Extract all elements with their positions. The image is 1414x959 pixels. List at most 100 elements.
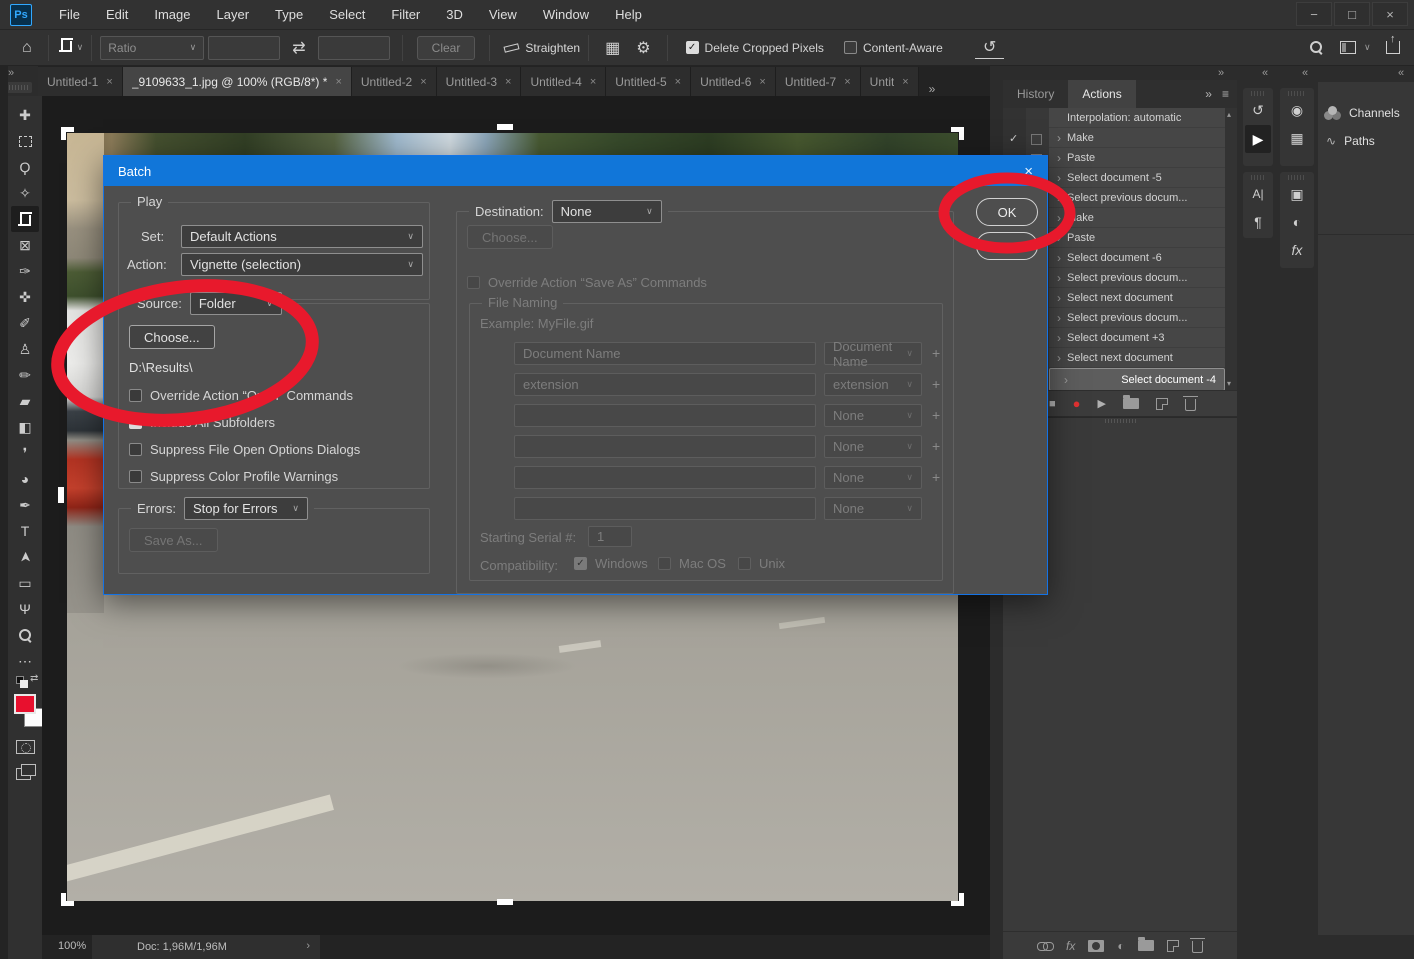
toolbar-collapse-icon[interactable]: » <box>8 67 14 79</box>
ratio-select[interactable]: Ratio ∨ <box>100 36 204 60</box>
destination-choose-button[interactable]: Choose... <box>467 225 553 249</box>
expand-icon[interactable]: › <box>1058 373 1074 387</box>
toolbar-gripper[interactable] <box>6 82 32 93</box>
action-step[interactable]: ›Select document -4 <box>1049 368 1225 390</box>
type-tool[interactable]: T <box>11 518 39 544</box>
action-toggle-check-icon[interactable]: ✓ <box>1009 132 1018 145</box>
history-panel-icon[interactable]: ↺ <box>1243 96 1273 124</box>
doc-tab[interactable]: Untitled-8× <box>861 67 919 96</box>
more-tools-tool[interactable]: ⋯ <box>11 648 39 674</box>
stop-recording-icon[interactable]: ■ <box>1049 398 1056 410</box>
character-panel-icon[interactable]: A| <box>1243 180 1273 208</box>
action-step[interactable]: ›Make <box>1049 128 1225 148</box>
crop-tool[interactable] <box>11 206 39 232</box>
pen-tool[interactable]: ✒ <box>11 492 39 518</box>
source-checkbox[interactable]: ✓Include All Subfolders <box>129 415 275 430</box>
crop-preset-caret-icon[interactable]: ∨ <box>77 42 84 53</box>
color-panel-icon[interactable]: ◉ <box>1280 96 1314 124</box>
expand-icon[interactable]: › <box>1051 131 1067 145</box>
menu-window[interactable]: Window <box>530 7 602 22</box>
panel-resize-gripper[interactable] <box>1105 419 1137 423</box>
source-checkbox[interactable]: Suppress Color Profile Warnings <box>129 469 338 484</box>
delete-cropped-pixels-checkbox[interactable]: ✓ Delete Cropped Pixels <box>686 41 824 55</box>
batch-dialog-titlebar[interactable]: Batch × <box>104 156 1047 186</box>
paths-panel-row[interactable]: ∿ Paths <box>1318 128 1414 154</box>
swap-colors-icon[interactable]: ⇄ <box>30 673 38 684</box>
ratio-width-input[interactable] <box>208 36 280 60</box>
eyedropper-tool[interactable]: ✑ <box>11 258 39 284</box>
dialog-close-icon[interactable]: × <box>1024 163 1033 180</box>
foreground-color-swatch[interactable] <box>14 694 36 714</box>
rectangle-shape-tool[interactable]: ▭ <box>11 570 39 596</box>
channels-panel-row[interactable]: Channels <box>1318 100 1414 126</box>
add-field-icon[interactable]: + <box>932 469 940 485</box>
crop-settings-gear-icon[interactable]: ⚙ <box>628 38 658 58</box>
libraries-panel-icon[interactable]: ▣ <box>1280 180 1314 208</box>
move-tool[interactable]: ✚ <box>11 102 39 128</box>
errors-select[interactable]: Stop for Errors ∨ <box>184 497 308 520</box>
brush-tool[interactable]: ✐ <box>11 310 39 336</box>
maximize-button[interactable]: □ <box>1334 2 1370 26</box>
swap-dimensions-icon[interactable]: ⇄ <box>284 38 313 58</box>
crop-handle[interactable] <box>58 487 64 503</box>
menu-layer[interactable]: Layer <box>204 7 263 22</box>
close-tab-icon[interactable]: × <box>505 76 511 88</box>
save-as-button[interactable]: Save As... <box>129 528 218 552</box>
action-step[interactable]: Interpolation: automatic <box>1049 108 1225 128</box>
expand-icon[interactable]: › <box>1051 251 1067 265</box>
status-chevron-icon[interactable]: › <box>306 940 310 952</box>
override-save-as-checkbox[interactable]: Override Action “Save As” Commands <box>467 275 707 290</box>
file-naming-select[interactable]: None∨ <box>824 404 922 427</box>
doc-tab[interactable]: _9109633_1.jpg @ 100% (RGB/8*) *× <box>123 67 352 96</box>
new-group-icon[interactable] <box>1138 940 1154 951</box>
action-step[interactable]: ›Select document -6 <box>1049 248 1225 268</box>
expand-icon[interactable]: › <box>1051 231 1067 245</box>
dodge-tool[interactable]: ◕ <box>11 466 39 492</box>
file-naming-field[interactable] <box>514 404 816 427</box>
close-tab-icon[interactable]: × <box>759 76 765 88</box>
file-naming-field[interactable] <box>514 435 816 458</box>
expand-icon[interactable]: › <box>1051 291 1067 305</box>
menu-edit[interactable]: Edit <box>93 7 141 22</box>
panel-expand-icon[interactable]: » <box>1218 67 1224 79</box>
close-tab-icon[interactable]: × <box>675 76 681 88</box>
dock-collapse-icon[interactable]: « <box>1398 67 1404 79</box>
menu-view[interactable]: View <box>476 7 530 22</box>
expand-icon[interactable]: › <box>1051 351 1067 365</box>
doc-tab[interactable]: Untitled-2× <box>352 67 437 96</box>
close-tab-icon[interactable]: × <box>335 76 341 88</box>
crop-handle[interactable] <box>61 127 74 140</box>
crop-handle[interactable] <box>951 893 964 906</box>
action-step[interactable]: ›Select previous docum... <box>1049 308 1225 328</box>
expand-icon[interactable]: › <box>1051 271 1067 285</box>
workspace-layout-icon[interactable] <box>1340 41 1356 54</box>
layer-style-fx-icon[interactable]: fx <box>1066 939 1075 953</box>
tab-actions[interactable]: Actions <box>1068 80 1135 108</box>
document-size-info[interactable]: Doc: 1,96M/1,96M <box>137 941 227 953</box>
delete-layer-icon[interactable] <box>1192 941 1203 953</box>
action-select[interactable]: Vignette (selection) ∨ <box>181 253 423 276</box>
file-naming-select[interactable]: extension∨ <box>824 373 922 396</box>
rectangular-marquee-tool[interactable] <box>11 128 39 154</box>
new-action-set-icon[interactable] <box>1123 398 1139 409</box>
menu-type[interactable]: Type <box>262 7 316 22</box>
action-step[interactable]: ›Select previous docum... <box>1049 268 1225 288</box>
menu-filter[interactable]: Filter <box>378 7 433 22</box>
action-step[interactable]: ›Select previous docum... <box>1049 188 1225 208</box>
action-step[interactable]: ›Paste <box>1049 148 1225 168</box>
action-step[interactable]: ›Paste <box>1049 228 1225 248</box>
panel-menu-icon[interactable]: ≡ <box>1222 87 1229 101</box>
add-field-icon[interactable]: + <box>932 407 940 423</box>
source-checkbox[interactable]: Suppress File Open Options Dialogs <box>129 442 360 457</box>
close-tab-icon[interactable]: × <box>902 76 908 88</box>
spot-healing-brush-tool[interactable]: ✜ <box>11 284 39 310</box>
file-naming-field[interactable] <box>514 466 816 489</box>
home-icon[interactable]: ⌂ <box>14 39 40 57</box>
add-field-icon[interactable]: + <box>932 376 940 392</box>
blur-tool[interactable]: ❜ <box>11 440 39 466</box>
zoom-level[interactable]: 100% <box>58 940 86 952</box>
compatibility-checkbox[interactable]: Unix <box>738 556 785 571</box>
expand-icon[interactable]: › <box>1051 331 1067 345</box>
scroll-down-icon[interactable]: ▾ <box>1227 379 1231 388</box>
overlay-grid-icon[interactable]: ▦ <box>597 38 628 58</box>
